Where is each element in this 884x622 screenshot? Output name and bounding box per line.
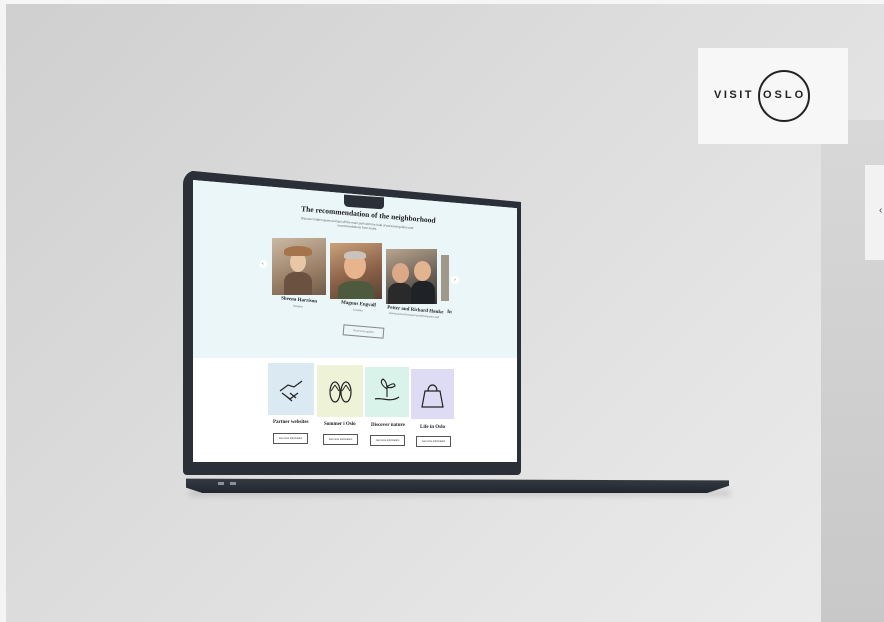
get-more-information-button[interactable]: Get more information [416, 436, 451, 447]
usb-port [218, 482, 224, 485]
top-border [0, 0, 884, 4]
tile-label: Life in Oslo [420, 425, 446, 430]
get-more-information-button[interactable]: Get more information [273, 433, 308, 444]
logo-visit-text: VISIT [714, 89, 755, 101]
guide-photo-partial[interactable] [441, 255, 449, 301]
carousel-next-button[interactable]: › [451, 276, 459, 284]
flip-flops-icon [329, 381, 352, 403]
left-border [0, 0, 6, 622]
guide-name: Magnus Engvall [340, 300, 377, 309]
handshake-icon [279, 380, 303, 402]
get-more-information-button[interactable]: Get more information [323, 434, 358, 445]
plant-hand-icon [374, 378, 400, 401]
usb-port [230, 482, 236, 485]
tile-life-in-oslo[interactable] [411, 369, 454, 419]
chevron-left-icon: ‹ [879, 205, 883, 216]
guide-photo-petter-richard[interactable] [386, 249, 437, 304]
tile-label: Sommer i Oslo [324, 422, 356, 427]
guide-name: Sheena Harrison [280, 296, 318, 305]
guide-name: In [446, 309, 452, 316]
get-more-information-button[interactable]: Get more information [370, 435, 405, 446]
guide-role: Designer [292, 304, 304, 309]
logo-oslo-text: OSLO [763, 89, 807, 101]
side-tab[interactable]: ‹ [865, 165, 884, 260]
tile-sommer-i-oslo[interactable] [317, 365, 363, 417]
read-more-guides-button[interactable]: Read more guides [342, 324, 385, 339]
tile-discover-nature[interactable] [365, 367, 409, 417]
laptop-screen: The recommendation of the neighborhood D… [193, 180, 517, 462]
visit-oslo-logo: VISIT OSLO [698, 48, 848, 144]
tile-label: Discover nature [371, 423, 405, 428]
carousel-prev-button[interactable]: ‹ [259, 260, 267, 268]
guide-photo-sheena[interactable] [272, 238, 326, 295]
tile-partner-websites[interactable] [268, 363, 314, 415]
laptop-base [186, 478, 729, 493]
guide-role: Traveller [352, 308, 363, 313]
tile-label: Partner websites [273, 420, 309, 425]
guide-photo-magnus[interactable] [330, 243, 382, 299]
shopping-bag-icon [421, 384, 444, 408]
